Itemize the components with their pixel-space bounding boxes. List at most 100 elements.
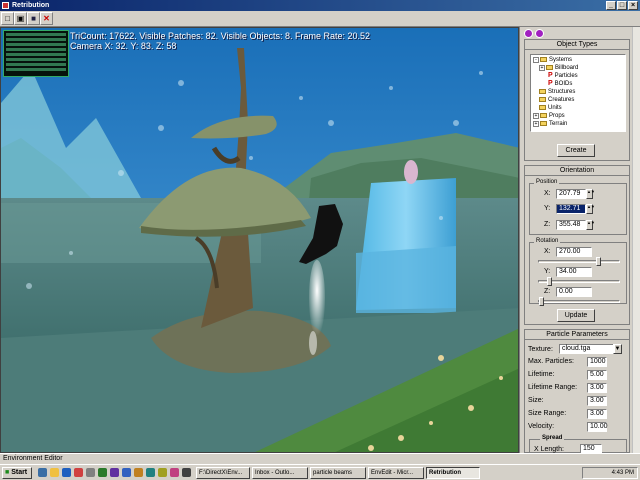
- app-icon[interactable]: [146, 468, 155, 477]
- expand-icon[interactable]: +: [533, 113, 539, 119]
- app-icon[interactable]: [182, 468, 191, 477]
- start-label: Start: [11, 469, 28, 476]
- pos-y-spinner[interactable]: ▲▼: [586, 204, 595, 214]
- pos-x-input[interactable]: 207.79: [556, 189, 586, 199]
- folder-icon: [539, 96, 546, 102]
- toolbar: □ ▣ ■ ✕: [0, 11, 640, 27]
- folder-icon: [539, 88, 546, 94]
- chevron-down-icon[interactable]: ▼: [613, 344, 622, 354]
- app-icon[interactable]: [134, 468, 143, 477]
- open-folder-icon[interactable]: ▣: [14, 12, 27, 25]
- tree-item-particles[interactable]: P Particles: [548, 72, 578, 80]
- lifetime-range-input[interactable]: 3.00: [587, 383, 607, 393]
- pos-z-label: Z:: [544, 221, 551, 228]
- start-button[interactable]: ■ Start: [2, 467, 32, 479]
- rot-y-input[interactable]: 34.00: [556, 267, 592, 277]
- particle-parameters-group: Particle Parameters Texture: cloud.tga ▼…: [524, 329, 630, 453]
- 3d-viewport[interactable]: TriCount: 17622. Visible Patches: 82. Vi…: [0, 27, 519, 453]
- taskbar-item[interactable]: Inbox - Outlo...: [252, 467, 308, 479]
- rot-z-slider[interactable]: [538, 297, 620, 306]
- desktop-icon[interactable]: [38, 468, 47, 477]
- texture-select[interactable]: cloud.tga: [559, 344, 615, 354]
- app-icon[interactable]: [122, 468, 131, 477]
- app-icon[interactable]: [98, 468, 107, 477]
- param-label: Lifetime Range:: [528, 384, 578, 391]
- close-window-button[interactable]: ×: [628, 1, 638, 10]
- object-types-title: Object Types: [525, 40, 629, 50]
- app-icon[interactable]: [110, 468, 119, 477]
- tree-item-billboard[interactable]: + Billboard: [539, 64, 578, 72]
- object-types-tree[interactable]: - Systems + Billboard P Particles P BOIDs St…: [530, 54, 626, 132]
- tree-item-units[interactable]: Units: [539, 104, 562, 112]
- taskbar-item[interactable]: particle beams: [310, 467, 366, 479]
- spread-x-input[interactable]: 150: [580, 444, 602, 453]
- expand-icon[interactable]: -: [533, 57, 539, 63]
- rot-x-input[interactable]: 270.00: [556, 247, 592, 257]
- create-button[interactable]: Create: [557, 144, 595, 157]
- tree-item-terrain[interactable]: + Terrain: [533, 120, 567, 128]
- clock: 4:43 PM: [611, 470, 634, 476]
- tree-label: Props: [549, 113, 565, 119]
- folder-icon: [540, 56, 547, 62]
- media-icon[interactable]: [86, 468, 95, 477]
- rot-y-slider[interactable]: [538, 277, 620, 286]
- lifetime-input[interactable]: 5.00: [587, 370, 607, 380]
- tree-label: Billboard: [555, 65, 579, 71]
- editor-panel: Object Types - Systems + Billboard P Partic…: [519, 27, 640, 453]
- tree-item-boids[interactable]: P BOIDs: [548, 80, 572, 88]
- close-icon[interactable]: ✕: [40, 12, 53, 25]
- velocity-input[interactable]: 10.00: [587, 422, 608, 432]
- minimize-button[interactable]: _: [606, 1, 616, 10]
- rot-z-slider-thumb[interactable]: [539, 297, 544, 306]
- pos-z-spinner[interactable]: ▲▼: [586, 220, 595, 230]
- tree-item-creatures[interactable]: Creatures: [539, 96, 574, 104]
- status-bar: Environment Editor: [0, 453, 640, 464]
- new-file-icon[interactable]: □: [1, 12, 14, 25]
- explorer-icon[interactable]: [50, 468, 59, 477]
- position-group: Position X: 207.79 ▲▼ Y: 132.71 ▲▼ Z: 35…: [529, 179, 627, 235]
- maximize-button[interactable]: □: [617, 1, 627, 10]
- save-icon[interactable]: ■: [27, 12, 40, 25]
- rot-z-input[interactable]: 0.00: [556, 287, 592, 297]
- rot-z-label: Z:: [544, 288, 551, 295]
- folder-icon: [540, 120, 547, 126]
- update-button[interactable]: Update: [557, 309, 595, 322]
- size-input[interactable]: 3.00: [587, 396, 607, 406]
- pos-x-label: X:: [544, 190, 551, 197]
- pos-x-spinner[interactable]: ▲▼: [586, 189, 595, 199]
- spread-label: Spread: [540, 435, 565, 441]
- app-icon[interactable]: [170, 468, 179, 477]
- ie-icon[interactable]: [62, 468, 71, 477]
- tree-item-systems[interactable]: - Systems: [533, 56, 572, 64]
- param-label: Max. Particles:: [528, 358, 574, 365]
- rotation-label: Rotation: [534, 238, 561, 244]
- param-label: Size:: [528, 397, 544, 404]
- rot-x-slider-thumb[interactable]: [596, 257, 601, 266]
- expand-icon[interactable]: +: [539, 65, 545, 71]
- app-icon[interactable]: [158, 468, 167, 477]
- taskbar-item-active[interactable]: Retribution: [426, 467, 480, 479]
- rollout-icon-1[interactable]: [524, 29, 533, 38]
- tree-item-structures[interactable]: Structures: [539, 88, 575, 96]
- rollout-icon-2[interactable]: [535, 29, 544, 38]
- debug-console: [3, 30, 69, 77]
- max-particles-input[interactable]: 1000: [587, 357, 607, 367]
- pos-y-input[interactable]: 132.71: [556, 204, 586, 214]
- expand-icon[interactable]: +: [533, 121, 539, 127]
- app-icon[interactable]: [74, 468, 83, 477]
- panel-scrollbar[interactable]: [632, 27, 640, 453]
- tree-label: Particles: [554, 73, 578, 79]
- particle-icon: P: [548, 72, 553, 79]
- pos-z-input[interactable]: 355.48: [556, 220, 586, 230]
- taskbar-item[interactable]: EnvEdit - Micr...: [368, 467, 424, 479]
- taskbar-item[interactable]: F:\DirectX\Env...: [196, 467, 250, 479]
- window-title: Retribution: [12, 2, 50, 9]
- tree-item-props[interactable]: + Props: [533, 112, 565, 120]
- tree-label: Structures: [548, 89, 576, 95]
- size-range-input[interactable]: 3.00: [587, 409, 607, 419]
- rot-y-label: Y:: [544, 268, 551, 275]
- app-icon: [2, 2, 9, 9]
- param-label: Lifetime:: [528, 371, 555, 378]
- rot-x-slider[interactable]: [538, 257, 620, 266]
- rot-y-slider-thumb[interactable]: [546, 277, 552, 286]
